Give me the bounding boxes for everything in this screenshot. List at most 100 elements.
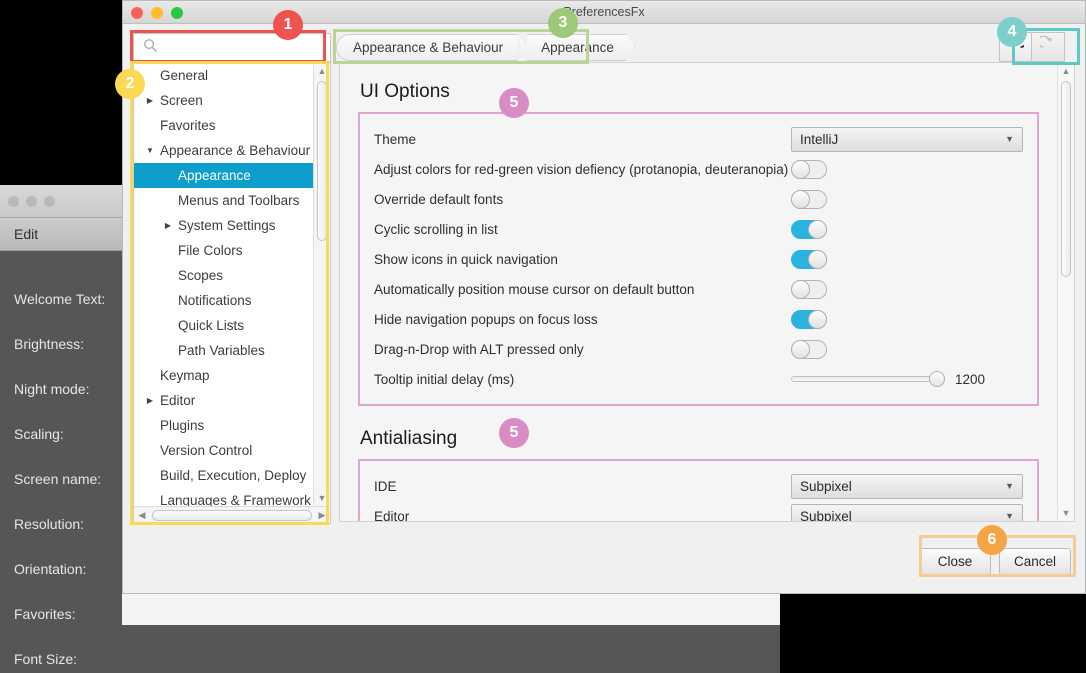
breadcrumb-item-appearance-behaviour[interactable]: Appearance & Behaviour: [336, 34, 517, 61]
background-field-row: Font Size:: [14, 648, 146, 670]
background-maximize-icon[interactable]: [44, 196, 55, 207]
tree-item-scopes[interactable]: Scopes: [134, 263, 313, 288]
chevron-right-icon[interactable]: ▶: [162, 221, 174, 230]
window-title: PreferencesFx: [563, 5, 644, 19]
redo-button[interactable]: [1032, 32, 1065, 62]
tree-item-appearance-behaviour[interactable]: ▼Appearance & Behaviour: [134, 138, 313, 163]
tree-item-editor[interactable]: ▶ Editor: [134, 388, 313, 413]
traffic-lights: [131, 7, 183, 19]
setting-label: Show icons in quick navigation: [374, 252, 791, 267]
tree-item-appearance[interactable]: Appearance: [134, 163, 313, 188]
tree-scroll-up-icon[interactable]: ▲: [314, 63, 330, 79]
setting-dropdown[interactable]: Subpixel ▼: [791, 474, 1023, 499]
toggle-holder: [791, 340, 1023, 359]
chevron-right-icon[interactable]: ▶: [144, 96, 156, 105]
setting-row: Hide navigation popups on focus loss: [374, 304, 1023, 334]
tree-item-label: Scopes: [178, 268, 223, 283]
setting-label: Automatically position mouse cursor on d…: [374, 282, 791, 297]
cancel-button[interactable]: Cancel: [999, 548, 1071, 575]
chevron-down-icon[interactable]: ▼: [144, 146, 156, 155]
tree-item-path-variables[interactable]: Path Variables: [134, 338, 313, 363]
tree-item-label: Quick Lists: [178, 318, 244, 333]
search-field[interactable]: [133, 33, 331, 62]
tree-item-build-execution-deploy[interactable]: Build, Execution, Deploy: [134, 463, 313, 488]
setting-toggle[interactable]: [791, 340, 827, 359]
tree-item-plugins[interactable]: Plugins: [134, 413, 313, 438]
tree-item-version-control[interactable]: Version Control: [134, 438, 313, 463]
tree-item-notifications[interactable]: Notifications: [134, 288, 313, 313]
setting-dropdown[interactable]: IntelliJ▼: [791, 127, 1023, 152]
background-minimize-icon[interactable]: [26, 196, 37, 207]
setting-toggle[interactable]: [791, 160, 827, 179]
screenshot-root: Edit Welcome Text: Brightness: Night mod…: [0, 0, 1086, 673]
tree-item-quick-lists[interactable]: Quick Lists: [134, 313, 313, 338]
tree-scroll-left-icon[interactable]: ◀: [134, 510, 150, 521]
tree-item-general[interactable]: General: [134, 63, 313, 88]
close-button[interactable]: Close: [919, 548, 991, 575]
tree-item-keymap[interactable]: Keymap: [134, 363, 313, 388]
setting-row: Override default fonts: [374, 184, 1023, 214]
tree-scroll-down-icon[interactable]: ▼: [314, 490, 330, 506]
tree-item-label: Favorites: [160, 118, 216, 133]
breadcrumb-item-appearance[interactable]: Appearance: [527, 34, 635, 61]
setting-toggle[interactable]: [791, 280, 827, 299]
slider-value: 1200: [955, 372, 995, 387]
slider-holder: 1200: [791, 372, 1023, 387]
tree-item-screen[interactable]: ▶ Screen: [134, 88, 313, 113]
tree-item-file-colors[interactable]: File Colors: [134, 238, 313, 263]
minimize-window-icon[interactable]: [151, 7, 163, 19]
tree-item-system-settings[interactable]: ▶System Settings: [134, 213, 313, 238]
setting-row: ThemeIntelliJ▼: [374, 124, 1023, 154]
toggle-knob: [791, 280, 810, 299]
tree-item-languages-framework[interactable]: Languages & Framework: [134, 488, 313, 506]
tree-item-menus-and-toolbars[interactable]: Menus and Toolbars: [134, 188, 313, 213]
maximize-window-icon[interactable]: [171, 7, 183, 19]
tree-item-label: Appearance: [178, 168, 251, 183]
setting-dropdown[interactable]: Subpixel▼: [791, 504, 1023, 523]
category-tree-list: General ▶ Screen Favorites ▼Appearance & Beh…: [134, 63, 313, 506]
tree-horizontal-scrollbar[interactable]: ◀ ▶: [134, 506, 330, 523]
background-tab-edit[interactable]: Edit: [0, 218, 122, 251]
slider-thumb[interactable]: [929, 371, 945, 387]
tree-scroll-thumb[interactable]: [317, 81, 327, 241]
tree-vertical-scrollbar[interactable]: ▲ ▼: [313, 63, 330, 506]
setting-toggle[interactable]: [791, 310, 827, 329]
background-close-icon[interactable]: [8, 196, 19, 207]
tree-scroll-right-icon[interactable]: ▶: [314, 510, 330, 521]
tree-item-label: General: [160, 68, 208, 83]
breadcrumb-separator-icon: [517, 34, 527, 61]
tree-item-label: Notifications: [178, 293, 252, 308]
setting-toggle[interactable]: [791, 190, 827, 209]
background-traffic-lights: [8, 196, 55, 207]
content-scroll-up-icon[interactable]: ▲: [1058, 63, 1074, 79]
content-scroll-thumb[interactable]: [1061, 81, 1071, 277]
setting-label: Hide navigation popups on focus loss: [374, 312, 791, 327]
setting-slider[interactable]: [791, 376, 939, 382]
chevron-right-icon[interactable]: ▶: [144, 396, 156, 405]
setting-toggle[interactable]: [791, 250, 827, 269]
content-vertical-scrollbar[interactable]: ▲ ▼: [1057, 63, 1074, 521]
dropdown-value: Subpixel: [800, 479, 852, 494]
tree-item-favorites[interactable]: Favorites: [134, 113, 313, 138]
tree-hscroll-thumb[interactable]: [152, 510, 312, 521]
content-scroll-down-icon[interactable]: ▼: [1058, 505, 1074, 521]
chevron-down-icon: ▼: [1005, 481, 1014, 491]
setting-toggle[interactable]: [791, 220, 827, 239]
tree-item-label: Menus and Toolbars: [178, 193, 299, 208]
chevron-down-icon: ▼: [1005, 511, 1014, 521]
close-window-icon[interactable]: [131, 7, 143, 19]
search-input[interactable]: [158, 40, 340, 55]
undo-button[interactable]: [999, 32, 1032, 62]
background-field-row: Favorites:: [14, 603, 146, 625]
window-titlebar: PreferencesFx: [123, 1, 1085, 24]
tree-item-label: Keymap: [160, 368, 210, 383]
toggle-knob: [791, 160, 810, 179]
category-tree[interactable]: General ▶ Screen Favorites ▼Appearance & Beh…: [133, 62, 331, 524]
setting-label: Drag-n-Drop with ALT pressed only: [374, 342, 791, 357]
tree-item-label: Screen: [160, 93, 203, 108]
tree-item-label: File Colors: [178, 243, 243, 258]
setting-row: Drag-n-Drop with ALT pressed only: [374, 334, 1023, 364]
tree-item-label: Editor: [160, 393, 195, 408]
breadcrumb-label: Appearance: [541, 40, 614, 55]
undo-icon: [1007, 36, 1024, 58]
